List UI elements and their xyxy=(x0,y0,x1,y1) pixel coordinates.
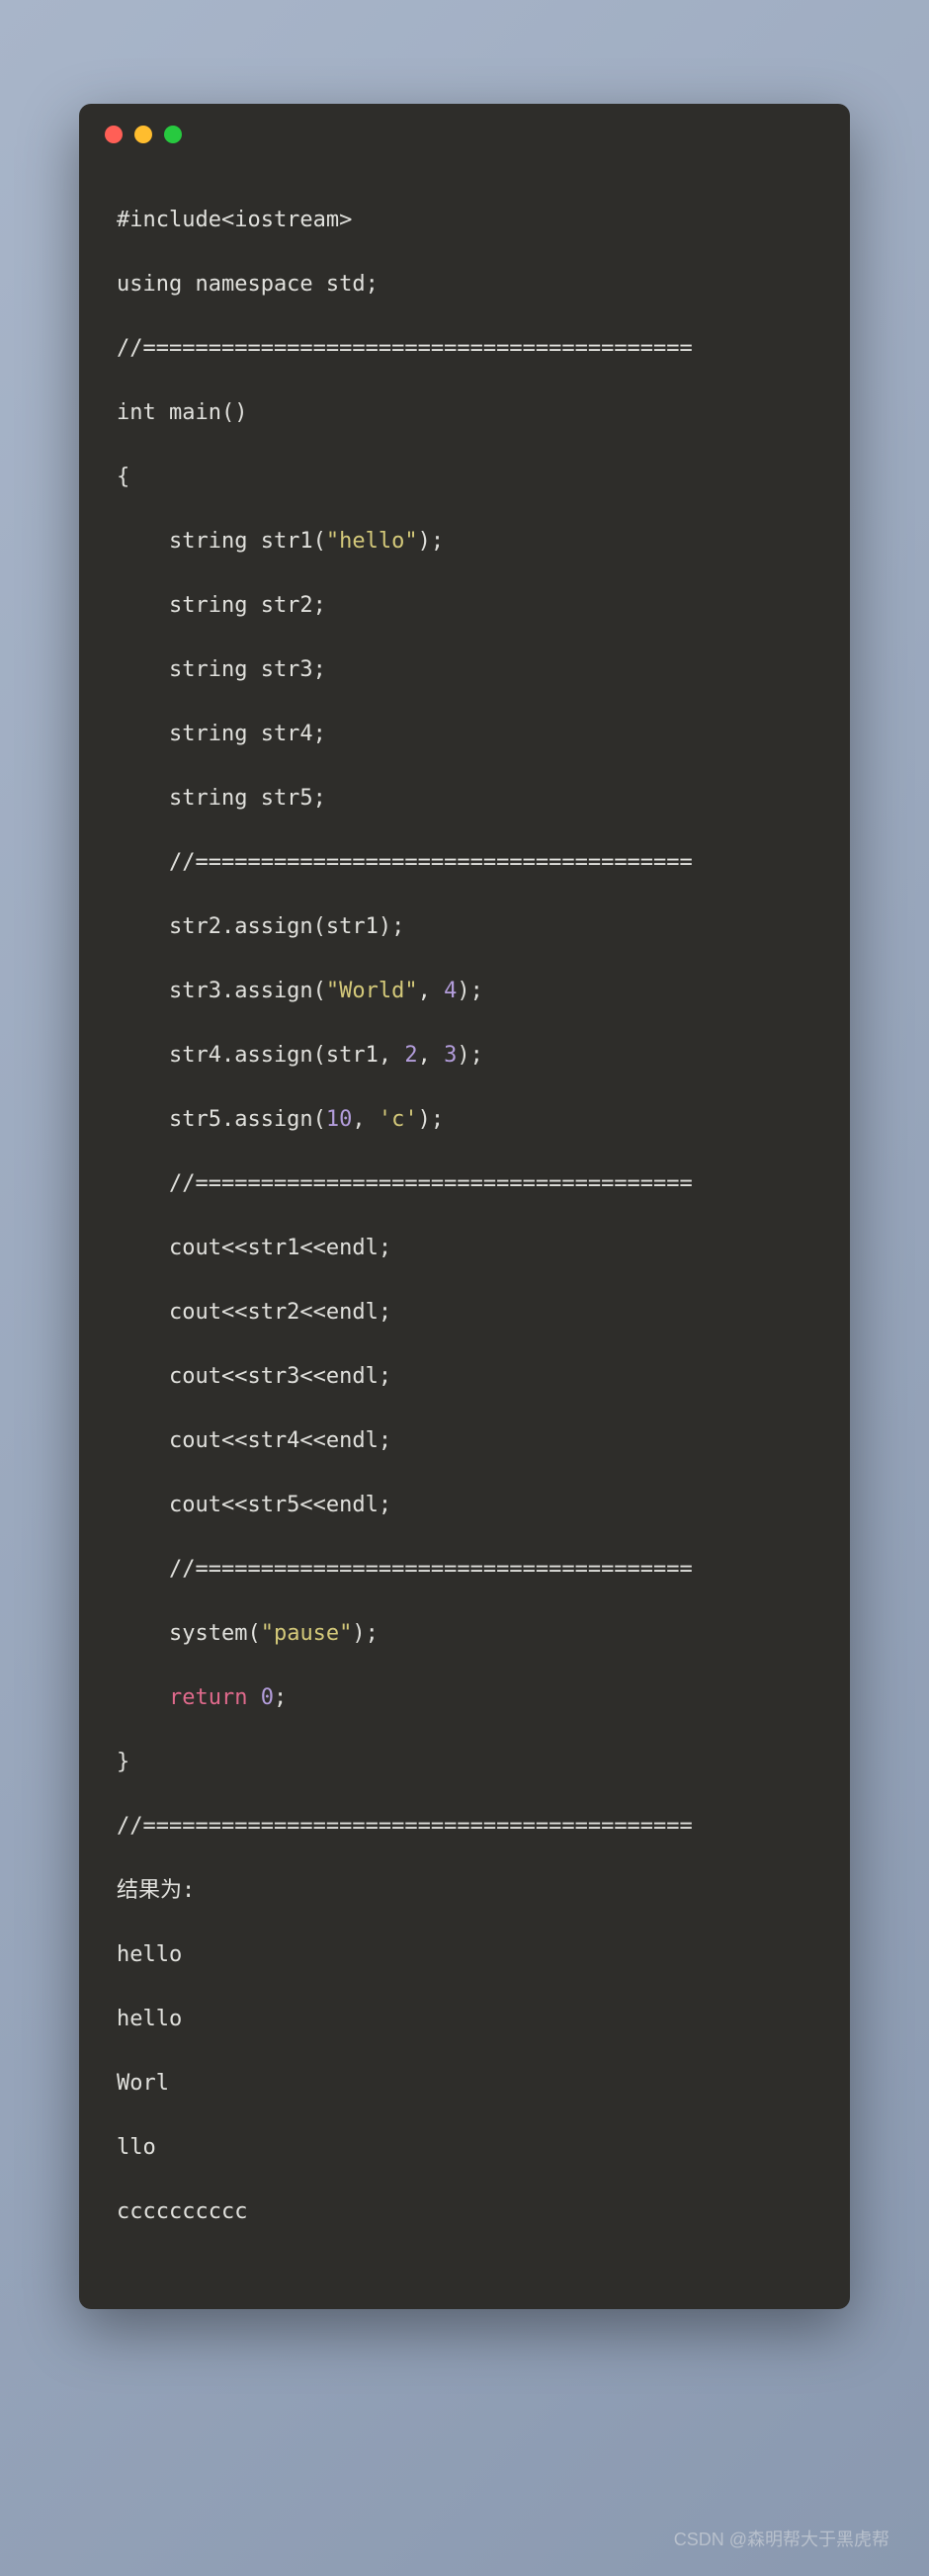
minimize-icon[interactable] xyxy=(134,126,152,143)
output-label: 结果为: xyxy=(117,1874,812,1907)
code-line: string str1("hello"); xyxy=(117,525,812,558)
code-line: cout<<str4<<endl; xyxy=(117,1424,812,1457)
watermark: CSDN @森明帮大于黑虎帮 xyxy=(674,2526,889,2551)
code-line: //======================================… xyxy=(117,1810,812,1843)
window-controls xyxy=(79,104,850,161)
string-literal: "pause" xyxy=(261,1621,353,1646)
code-line: //======================================… xyxy=(117,332,812,365)
return-keyword: return xyxy=(169,1685,247,1710)
string-literal: "World" xyxy=(326,979,418,1003)
code-line: string str3; xyxy=(117,653,812,686)
code-line: str5.assign(10, 'c'); xyxy=(117,1103,812,1136)
output-line: Worl xyxy=(117,2067,812,2100)
code-line: str2.assign(str1); xyxy=(117,910,812,943)
code-line: #include<iostream> xyxy=(117,204,812,236)
output-line: hello xyxy=(117,2003,812,2035)
number-literal: 10 xyxy=(326,1107,353,1132)
string-literal: "hello" xyxy=(326,529,418,554)
code-line: cout<<str3<<endl; xyxy=(117,1360,812,1393)
code-line: } xyxy=(117,1746,812,1778)
code-line: string str4; xyxy=(117,718,812,750)
code-line: using namespace std; xyxy=(117,268,812,301)
number-literal: 0 xyxy=(261,1685,274,1710)
output-line: hello xyxy=(117,1938,812,1971)
output-line: cccccccccc xyxy=(117,2195,812,2228)
code-line: string str2; xyxy=(117,589,812,622)
number-literal: 4 xyxy=(444,979,457,1003)
code-line: cout<<str2<<endl; xyxy=(117,1296,812,1329)
number-literal: 3 xyxy=(444,1043,457,1068)
code-content: #include<iostream> using namespace std; //… xyxy=(79,161,850,2279)
close-icon[interactable] xyxy=(105,126,123,143)
maximize-icon[interactable] xyxy=(164,126,182,143)
code-line: str4.assign(str1, 2, 3); xyxy=(117,1039,812,1072)
number-literal: 2 xyxy=(404,1043,417,1068)
code-line: system("pause"); xyxy=(117,1617,812,1650)
output-line: llo xyxy=(117,2131,812,2164)
code-line: str3.assign("World", 4); xyxy=(117,975,812,1007)
code-line: //====================================== xyxy=(117,1167,812,1200)
code-line: return 0; xyxy=(117,1681,812,1714)
code-line: int main() xyxy=(117,396,812,429)
code-line: { xyxy=(117,461,812,493)
char-literal: 'c' xyxy=(379,1107,418,1132)
code-line: string str5; xyxy=(117,782,812,815)
code-line: //====================================== xyxy=(117,846,812,879)
code-line: cout<<str5<<endl; xyxy=(117,1489,812,1521)
code-line: cout<<str1<<endl; xyxy=(117,1232,812,1264)
code-window: #include<iostream> using namespace std; //… xyxy=(79,104,850,2309)
code-line: //====================================== xyxy=(117,1553,812,1586)
